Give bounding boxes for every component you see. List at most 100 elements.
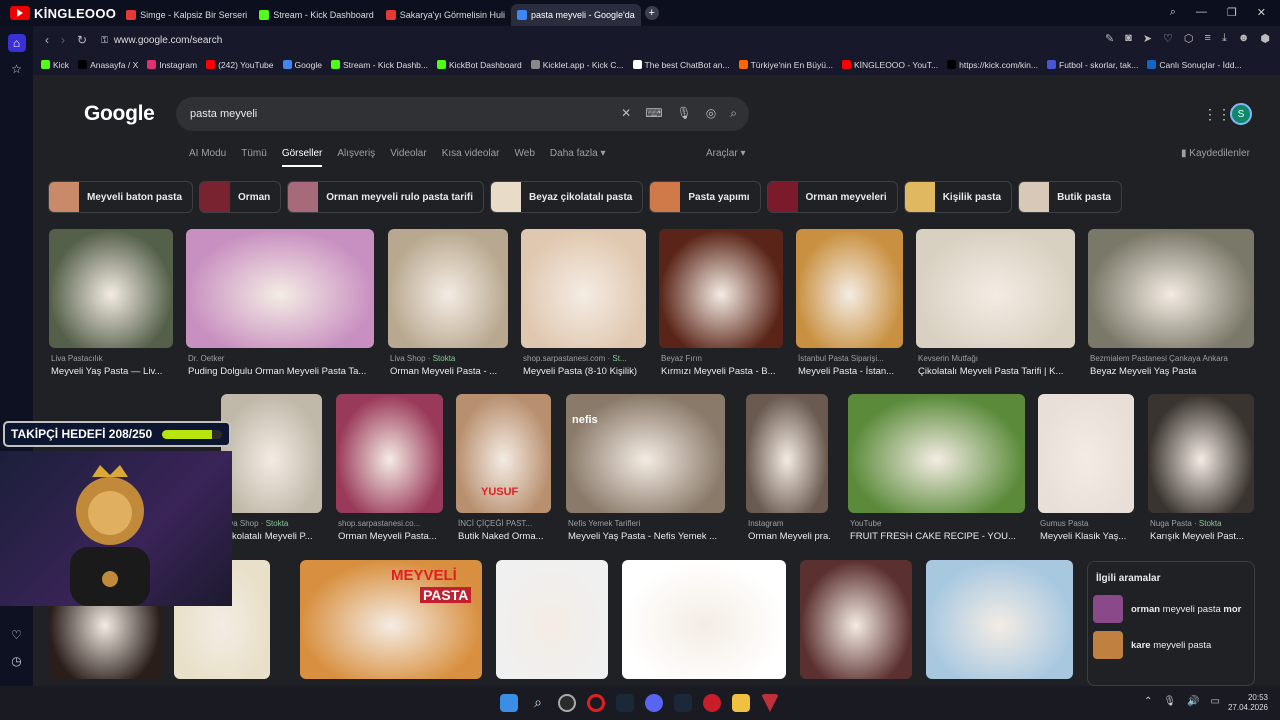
image-result[interactable] (388, 229, 508, 348)
image-result[interactable] (659, 229, 783, 348)
image-title[interactable]: Orman Meyveli Pasta - ... (390, 366, 510, 377)
image-result[interactable] (186, 229, 374, 348)
search-input[interactable]: pasta meyveli (190, 108, 257, 120)
opera-icon[interactable] (587, 694, 605, 712)
chip-item[interactable]: Beyaz çikolatalı pasta (489, 181, 644, 213)
star-icon[interactable]: ☆ (8, 60, 26, 78)
filter-tab[interactable]: Tümü (241, 148, 267, 167)
home-icon[interactable]: ⌂ (7, 34, 26, 52)
bookmark-item[interactable]: Kick (41, 60, 69, 70)
chevron-up-icon[interactable]: ⌃ (1144, 696, 1152, 707)
bookmark-item[interactable]: (242) YouTube (206, 60, 274, 70)
forward-icon[interactable]: › (61, 33, 65, 47)
image-title[interactable]: Puding Dolgulu Orman Meyveli Pasta Ta... (188, 366, 376, 377)
valorant-icon[interactable] (761, 694, 779, 712)
bookmark-item[interactable]: KickBot Dashboard (436, 60, 522, 70)
image-title[interactable]: Beyaz Meyveli Yaş Pasta (1090, 366, 1256, 377)
image-result[interactable] (221, 394, 322, 513)
image-result[interactable] (746, 394, 828, 513)
heart-bookmark-icon[interactable]: ♡ (1163, 32, 1173, 45)
chrome-icon[interactable] (558, 694, 576, 712)
tools-button[interactable]: Araçlar ▾ (706, 148, 745, 159)
chip-item[interactable]: Butik pasta (1018, 181, 1122, 213)
menu-icon[interactable]: ≡ (1205, 32, 1211, 45)
start-icon[interactable] (500, 694, 518, 712)
heart-icon[interactable]: ♡ (8, 626, 26, 644)
reload-icon[interactable]: ↻ (77, 33, 87, 47)
extensions-icon[interactable]: ⬢ (1260, 32, 1270, 45)
tab-item[interactable]: Sakarya'yı Görmelisin Huli (380, 4, 511, 26)
image-result[interactable] (1148, 394, 1254, 513)
image-result[interactable] (926, 560, 1073, 679)
image-result[interactable] (1088, 229, 1254, 348)
tab-item[interactable]: pasta meyveli - Google'da (510, 4, 641, 26)
image-title[interactable]: Meyveli Yaş Pasta - Nefis Yemek ... (568, 531, 727, 542)
tab-item[interactable]: Stream - Kick Dashboard (253, 4, 380, 26)
send-icon[interactable]: ➤ (1143, 32, 1152, 45)
filter-tab[interactable]: AI Modu (189, 148, 226, 167)
chip-item[interactable]: Meyveli baton pasta (48, 181, 194, 213)
image-result[interactable] (800, 560, 912, 679)
new-tab-button[interactable]: + (644, 6, 659, 20)
url-field[interactable]: ⚿ www.google.com/search (101, 35, 222, 46)
speaker-icon[interactable]: 🔊 (1187, 696, 1199, 707)
site-info-icon[interactable]: ⚿ (101, 35, 108, 46)
discord-icon[interactable] (645, 694, 663, 712)
profile-icon[interactable]: ☻ (1238, 32, 1250, 45)
maximize-icon[interactable]: ❐ (1227, 6, 1237, 19)
filter-tab[interactable]: Alışveriş (337, 148, 375, 167)
image-title[interactable]: Çikolatalı Meyveli Pasta Tarifi | K... (918, 366, 1077, 377)
close-icon[interactable]: ✕ (1257, 6, 1266, 19)
google-logo[interactable]: Google (84, 102, 155, 126)
image-result[interactable] (622, 560, 786, 679)
image-title[interactable]: Meyveli Yaş Pasta — Liv... (51, 366, 175, 377)
steam2-icon[interactable] (674, 694, 692, 712)
bookmark-item[interactable]: The best ChatBot an... (632, 60, 730, 70)
filter-tab[interactable]: Daha fazla ▾ (550, 148, 606, 167)
chip-item[interactable]: Kişilik pasta (903, 181, 1013, 213)
tab-item[interactable]: Simge - Kalpsiz Bir Serseri (120, 4, 253, 26)
edit-icon[interactable]: ✎ (1105, 32, 1114, 45)
image-result[interactable] (49, 229, 173, 348)
image-title[interactable]: Meyveli Pasta (8-10 Kişilik) (523, 366, 648, 377)
image-result[interactable] (1038, 394, 1134, 513)
chip-item[interactable]: Pasta yapımı (649, 181, 761, 213)
bookmark-item[interactable]: KİNGLEOOO - YouT... (842, 60, 938, 70)
bookmark-item[interactable]: https://kick.com/kin... (947, 60, 1038, 70)
filter-tab[interactable]: Görseller (281, 148, 323, 167)
image-result[interactable] (566, 394, 725, 513)
related-item[interactable]: kare meyveli pasta (1093, 631, 1249, 659)
chip-item[interactable]: Orman (199, 181, 282, 213)
avatar[interactable]: S (1230, 103, 1252, 125)
mic-tray-icon[interactable]: 🎙 (1163, 696, 1176, 707)
image-result[interactable] (848, 394, 1025, 513)
keyboard-icon[interactable]: ⌨ (645, 106, 662, 121)
search-taskbar-icon[interactable]: ⌕ (529, 694, 547, 712)
saved-link[interactable]: ▮ Kaydedilenler (1181, 148, 1250, 159)
clock[interactable]: 20:53 27.04.2026 (1228, 693, 1268, 713)
app-icon[interactable] (703, 694, 721, 712)
image-title[interactable]: Orman Meyveli pra... (748, 531, 830, 542)
cube-icon[interactable]: ⬡ (1184, 32, 1194, 45)
image-result[interactable] (796, 229, 903, 348)
filter-tab[interactable]: Web (515, 148, 535, 167)
search-box[interactable]: pasta meyveli ✕ ⌨ 🎙 ◎ ⌕ (176, 97, 749, 131)
folder-icon[interactable] (732, 694, 750, 712)
image-title[interactable]: Kırmızı Meyveli Pasta - B... (661, 366, 785, 377)
search-icon[interactable]: ⌕ (730, 106, 737, 121)
image-result[interactable] (916, 229, 1075, 348)
related-item[interactable]: orman meyveli pasta mor (1093, 595, 1249, 623)
filter-tab[interactable]: Kısa videolar (442, 148, 500, 167)
chip-item[interactable]: Orman meyveli rulo pasta tarifi (287, 181, 484, 213)
bookmark-item[interactable]: Anasayfa / X (78, 60, 138, 70)
search-tabs-icon[interactable]: ⌕ (1170, 6, 1176, 19)
image-result[interactable] (521, 229, 646, 348)
image-title[interactable]: FRUIT FRESH CAKE RECIPE - YOU... (850, 531, 1027, 542)
steam-icon[interactable] (616, 694, 634, 712)
image-title[interactable]: Butik Naked Orma... (458, 531, 553, 542)
camera-icon[interactable]: ◙ (1125, 32, 1132, 45)
download-icon[interactable]: ⤓ (1222, 32, 1227, 45)
history-icon[interactable]: ◷ (8, 652, 26, 670)
bookmark-item[interactable]: Google (282, 60, 322, 70)
bookmark-item[interactable]: Stream - Kick Dashb... (330, 60, 428, 70)
